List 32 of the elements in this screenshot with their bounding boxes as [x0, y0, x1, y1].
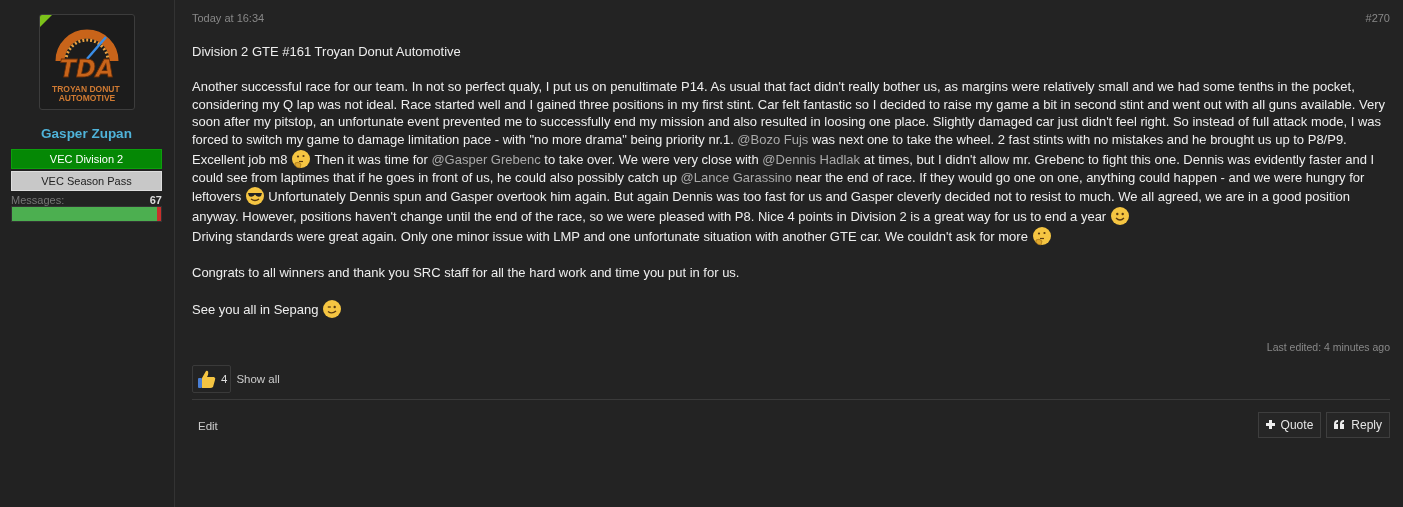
- wink-emoji-icon: [322, 298, 343, 319]
- post-paragraph: See you all in Sepang: [192, 281, 1390, 319]
- user-mention-link[interactable]: @Lance Garassino: [680, 169, 792, 185]
- like-reaction-button[interactable]: 4: [192, 364, 232, 393]
- post-paragraph: Division 2 GTE #161 Troyan Donut Automotive: [192, 43, 462, 61]
- stat-label: Messages:: [11, 194, 65, 206]
- thinking-emoji-icon: [1031, 226, 1052, 247]
- post-paragraph: Driving standards were great again. Only one minor issue with LMP and one unfortunate situation with another GTE car. We couldn't ask for more: [192, 226, 1390, 247]
- post-date[interactable]: Today at 16:34: [192, 12, 265, 24]
- stat-value: 67: [149, 194, 162, 206]
- quote-button[interactable]: Quote: [1257, 411, 1322, 438]
- user-mention-link[interactable]: @Bozo Fujs: [737, 131, 809, 147]
- sunglasses-emoji-icon: [244, 186, 265, 207]
- post-number[interactable]: #270: [1365, 12, 1390, 24]
- thinking-emoji-icon: [291, 148, 311, 169]
- post-paragraph: Another successful race for our team. In not so perfect qualy, I put us on penultimate P14. As usual that fact didn't really bother us, as margins were relatively small and we had some tenths in the pocket, considering my Q lap was not ideal. Race started well and I gained three positions in my first stint. Car felt fantastic so I decided to raise my game a bit in second stint and went out with all guns available. Very soon after my pitstop, an unfortunate event prevented me to successfully end my mission and also resulted in loosing one place. Slightly damaged car just didn't feel right. So instead of full attack mode, I was forced to switch my game to damage limitation pace - with "no more drama" being priority nr.1. @Bozo Fujs was next one to take the wheel. 2 fast stints with no mistakes and he brought us up to P8/P9. Excellent job m8 Then it was time for @Gasper Grebenc to take over. We were very close with @Dennis Hadlak at times, but I didn't allow mr. Grebenc to fight this one. Dennis was evidently faster and I could see from laptimes that if he goes in front of us, he could also possibly catch up @Lance Garassino near the end of race. If they would go one on one, anything could happen - and we were hungry for leftovers Unfortunately Dennis spun and Gasper overtook him again. But again Dennis was too fast for us and Gasper cleverly decided not to resist to much. We all agreed, we are in a good position anyway. However, positions haven't change until the end of the race, so we were pleased with P8. Nice 4 points in Division 2 is a great way for us to end a year: [192, 78, 1386, 227]
- user-title-banner: VEC Division 2: [11, 149, 162, 169]
- user-mention-link[interactable]: @Gasper Grebenc: [431, 151, 541, 167]
- logo-subtitle: TROYAN DONUT AUTOMOTIVE: [51, 84, 120, 103]
- show-all-link[interactable]: Show all: [236, 372, 280, 385]
- smile-emoji-icon: [1109, 206, 1130, 227]
- edit-link[interactable]: Edit: [192, 419, 224, 432]
- username[interactable]: Gasper Zupan: [11, 126, 162, 141]
- quote-marks-icon: [1334, 420, 1346, 430]
- last-edited-text: Last edited: 4 minutes ago: [1266, 340, 1390, 353]
- logo-text: TDA: [59, 55, 114, 83]
- user-mention-link[interactable]: @Dennis Hadlak: [762, 151, 861, 167]
- plus-icon: [1265, 420, 1275, 430]
- avatar[interactable]: TDA TROYAN DONUT AUTOMOTIVE: [38, 14, 135, 110]
- post-paragraph: Congrats to all winners and thank you SRC staff for all the hard work and time you put in for us.: [192, 263, 741, 282]
- user-title-banner: VEC Season Pass: [11, 171, 162, 191]
- reply-button[interactable]: Reply: [1326, 411, 1390, 438]
